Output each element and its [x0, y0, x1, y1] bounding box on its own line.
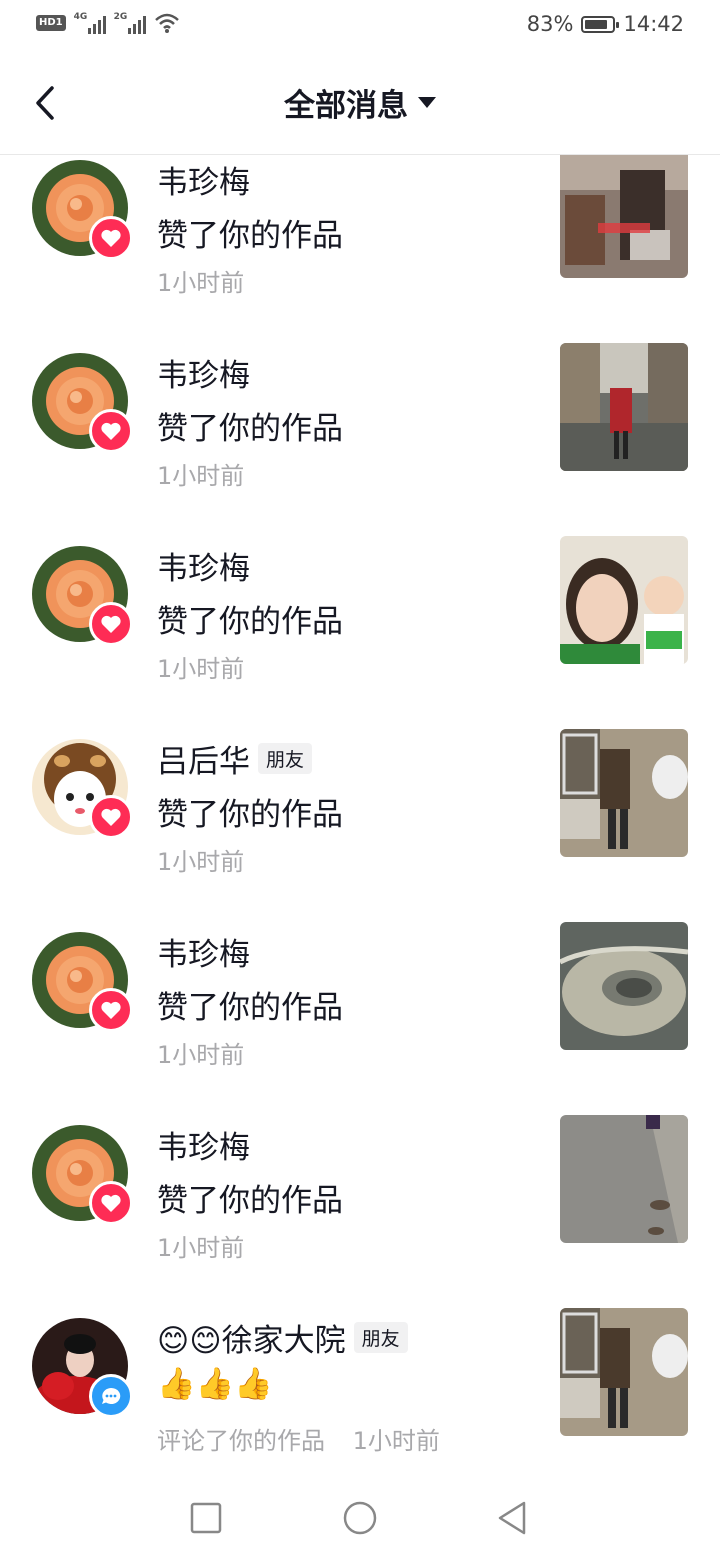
video-thumbnail[interactable] [560, 155, 688, 278]
user-name[interactable]: 韦珍梅 [157, 350, 250, 395]
timestamp: 1小时前 [352, 1427, 440, 1455]
action-text: 赞了你的作品 [157, 797, 343, 833]
notification-list[interactable]: 韦珍梅 赞了你的作品 1小时前 韦珍梅 赞了你的作品 1小时前 韦珍梅 赞了你的… [0, 155, 720, 1455]
heart-icon [101, 1001, 121, 1019]
friend-tag: 朋友 [353, 1322, 408, 1353]
comment-text: 👍👍👍 [157, 1366, 273, 1402]
signal-icon-2: 2G [114, 12, 146, 34]
status-bar: HD1 4G 2G 83% 14:42 [0, 0, 720, 52]
timestamp: 1小时前 [157, 655, 245, 683]
action-text: 赞了你的作品 [157, 1183, 343, 1219]
page-title: 全部消息 [284, 88, 408, 124]
like-badge [89, 602, 133, 646]
notification-item[interactable]: 韦珍梅 赞了你的作品 1小时前 [0, 922, 720, 1120]
action-text: 评论了你的作品 [157, 1427, 325, 1455]
video-thumbnail[interactable] [560, 536, 688, 664]
friend-tag: 朋友 [258, 743, 313, 774]
caret-down-icon [418, 97, 436, 108]
notification-item[interactable]: 韦珍梅 赞了你的作品 1小时前 [0, 1115, 720, 1313]
video-thumbnail[interactable] [560, 922, 688, 1050]
signal-icon-1: 4G [74, 12, 106, 34]
back-nav-button[interactable] [492, 1498, 532, 1538]
like-badge [89, 409, 133, 453]
user-name[interactable]: 韦珍梅 [157, 1122, 250, 1167]
clock: 14:42 [623, 12, 684, 36]
heart-icon [101, 229, 121, 247]
title-dropdown[interactable]: 全部消息 [0, 80, 720, 125]
video-thumbnail[interactable] [560, 729, 688, 857]
notification-item[interactable]: 吕后华 朋友 赞了你的作品 1小时前 [0, 729, 720, 927]
timestamp: 1小时前 [157, 848, 245, 876]
like-badge [89, 988, 133, 1032]
heart-icon [101, 422, 121, 440]
battery-percent: 83% [526, 12, 574, 36]
like-badge [89, 1181, 133, 1225]
timestamp: 1小时前 [157, 1234, 245, 1262]
video-thumbnail[interactable] [560, 1115, 688, 1243]
like-badge [89, 216, 133, 260]
system-nav-bar [0, 1470, 720, 1560]
header: 全部消息 [0, 52, 720, 155]
notification-item[interactable]: 韦珍梅 赞了你的作品 1小时前 [0, 343, 720, 541]
comment-meta: 评论了你的作品 1小时前 [157, 1421, 440, 1455]
notification-item[interactable]: 韦珍梅 赞了你的作品 1小时前 [0, 536, 720, 734]
battery-icon [581, 15, 620, 33]
user-name[interactable]: 韦珍梅 [157, 543, 250, 588]
notification-item[interactable]: 😊😊徐家大院 朋友 👍👍👍 评论了你的作品 1小时前 [0, 1308, 720, 1455]
user-name[interactable]: 😊😊徐家大院 [157, 1315, 346, 1360]
heart-icon [101, 615, 121, 633]
recent-apps-button[interactable] [186, 1498, 226, 1538]
heart-icon [101, 1194, 121, 1212]
action-text: 赞了你的作品 [157, 604, 343, 640]
like-badge [89, 795, 133, 839]
action-text: 赞了你的作品 [157, 411, 343, 447]
timestamp: 1小时前 [157, 462, 245, 490]
timestamp: 1小时前 [157, 269, 245, 297]
status-right: 83% 14:42 [527, 12, 684, 36]
heart-icon [101, 808, 121, 826]
home-button[interactable] [340, 1498, 380, 1538]
comment-icon [102, 1387, 121, 1404]
action-text: 赞了你的作品 [157, 990, 343, 1026]
hd-icon: HD1 [36, 15, 66, 31]
video-thumbnail[interactable] [560, 343, 688, 471]
wifi-icon [154, 13, 179, 33]
user-name[interactable]: 韦珍梅 [157, 929, 250, 974]
video-thumbnail[interactable] [560, 1308, 688, 1436]
timestamp: 1小时前 [157, 1041, 245, 1069]
user-name[interactable]: 韦珍梅 [157, 157, 250, 202]
action-text: 赞了你的作品 [157, 218, 343, 254]
status-left: HD1 4G 2G [36, 12, 180, 34]
comment-badge [89, 1374, 133, 1418]
user-name[interactable]: 吕后华 [157, 736, 250, 781]
notification-item[interactable]: 韦珍梅 赞了你的作品 1小时前 [0, 155, 720, 348]
